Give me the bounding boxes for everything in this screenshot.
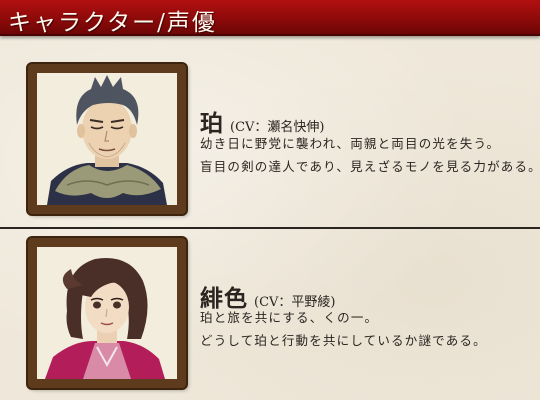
hiiro-portrait-image — [37, 247, 177, 379]
haku-portrait-image — [37, 73, 177, 205]
description-line: どうして珀と行動を共にしているか謎である。 — [200, 333, 487, 348]
character-description: 幼き日に野党に襲われ、両親と両目の光を失う。 盲目の剣の達人であり、見えざるモノ… — [200, 132, 540, 178]
description-line: 珀と旅を共にする、くの一。 — [200, 310, 379, 325]
description-line: 幼き日に野党に襲われ、両親と両目の光を失う。 — [200, 136, 501, 151]
description-line: 盲目の剣の達人であり、見えざるモノを見る力がある。 — [200, 159, 540, 174]
section-header: キャラクター/声優 — [0, 0, 540, 36]
portrait-haku — [28, 64, 186, 214]
portrait-hiiro — [28, 238, 186, 388]
character-description: 珀と旅を共にする、くの一。 どうして珀と行動を共にしているか謎である。 — [200, 306, 487, 352]
section-title: キャラクター/声優 — [8, 10, 217, 36]
section-divider — [0, 227, 540, 229]
